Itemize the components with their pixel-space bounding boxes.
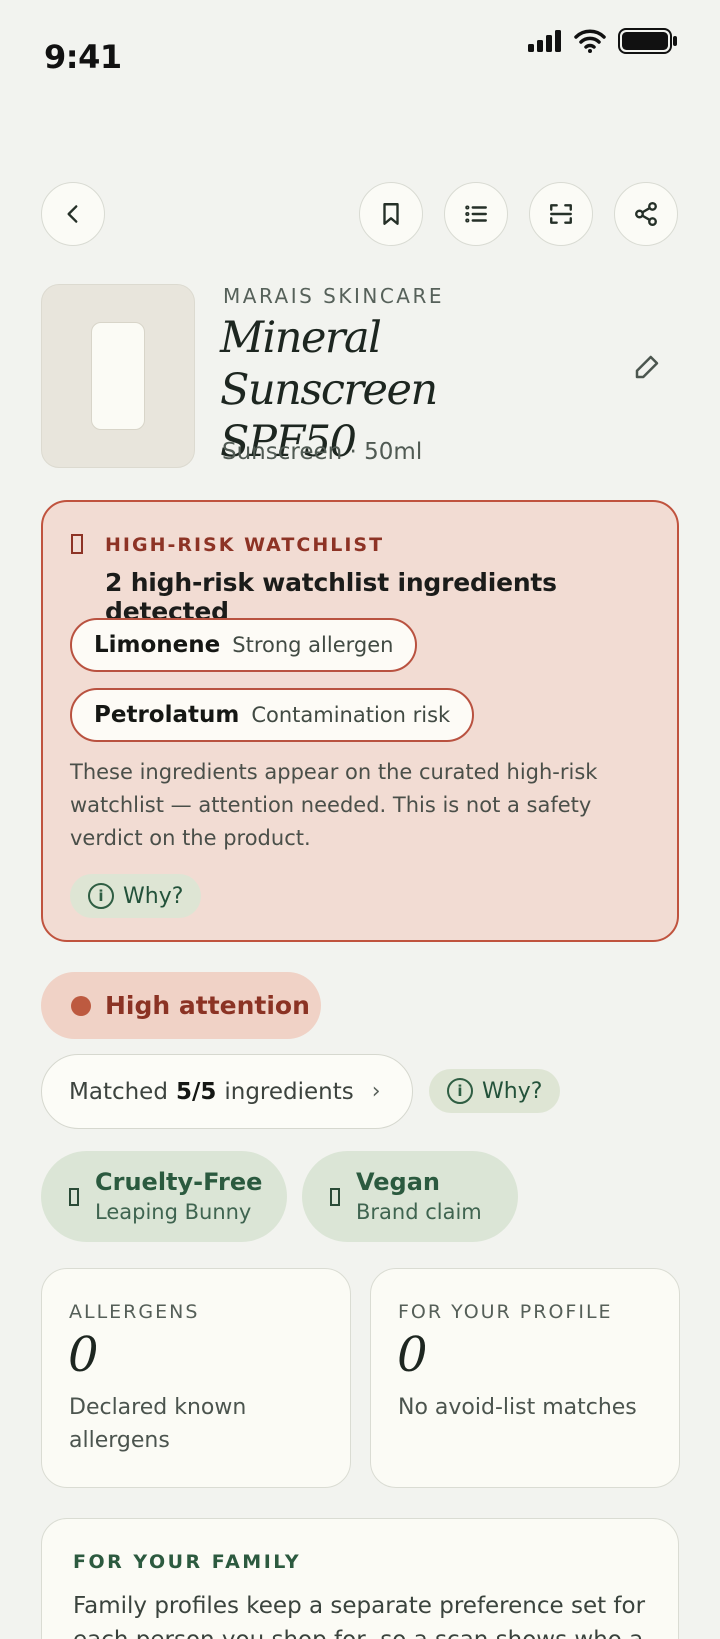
- stat-description: Declared known allergens: [69, 1395, 247, 1453]
- certification-chip-vegan[interactable]: Vegan Brand claim: [302, 1151, 518, 1242]
- matched-prefix: Matched: [69, 1078, 168, 1105]
- product-thumbnail: [41, 284, 195, 468]
- edit-button[interactable]: [632, 352, 662, 382]
- stat-value: 0: [397, 1327, 428, 1383]
- battery-icon: [618, 28, 677, 54]
- product-bottle-shape: [91, 322, 145, 430]
- scan-button[interactable]: [529, 182, 593, 246]
- certification-icon: [330, 1187, 340, 1206]
- certification-chip-cruelty-free[interactable]: Cruelty-Free Leaping Bunny: [41, 1151, 287, 1242]
- why-label: Why?: [123, 883, 184, 909]
- matched-why-button[interactable]: i Why?: [429, 1069, 561, 1113]
- bookmark-button[interactable]: [359, 182, 423, 246]
- watchlist-card: HIGH-RISK WATCHLIST 2 high-risk watchlis…: [41, 500, 679, 942]
- ingredient-risk: Strong allergen: [232, 633, 394, 657]
- chevron-left-icon: [67, 205, 78, 223]
- back-button[interactable]: [41, 182, 105, 246]
- stat-label: FOR YOUR PROFILE: [398, 1301, 613, 1323]
- wifi-icon: [574, 29, 606, 53]
- info-icon: i: [88, 883, 114, 909]
- status-icons: [528, 28, 678, 54]
- certification-icon: [69, 1187, 79, 1206]
- matched-ingredients-button[interactable]: Matched 5/5 ingredients ›: [41, 1054, 413, 1129]
- why-label: Why?: [482, 1078, 543, 1104]
- signal-icon: [528, 30, 561, 52]
- ingredient-risk: Contamination risk: [251, 703, 451, 727]
- bookmark-icon: [383, 203, 399, 225]
- watchlist-why-button[interactable]: i Why?: [70, 874, 202, 918]
- certification-subtitle: Brand claim: [356, 1199, 482, 1224]
- attention-label: High attention: [105, 991, 310, 1020]
- matched-suffix: ingredients: [224, 1078, 354, 1105]
- status-time: 9:41: [44, 38, 122, 76]
- stat-label: ALLERGENS: [69, 1301, 200, 1323]
- stat-value: 0: [68, 1327, 99, 1383]
- pencil-icon: [635, 355, 659, 379]
- certification-title: Vegan: [356, 1167, 440, 1196]
- matched-count: 5/5: [175, 1078, 217, 1105]
- watchlist-ingredient-chip[interactable]: Petrolatum Contamination risk: [70, 688, 475, 742]
- certification-subtitle: Leaping Bunny: [95, 1199, 252, 1224]
- family-label: FOR YOUR FAMILY: [73, 1551, 302, 1573]
- chevron-right-icon: ›: [371, 1079, 381, 1104]
- watchlist-kicker: HIGH-RISK WATCHLIST: [105, 534, 385, 556]
- product-meta: Sunscreen · 50ml: [222, 439, 423, 465]
- list-icon: [465, 205, 487, 223]
- info-icon: i: [447, 1078, 473, 1104]
- product-brand: MARAIS SKINCARE: [223, 284, 445, 308]
- scan-icon: [550, 204, 572, 224]
- attention-dot: [71, 995, 91, 1016]
- stat-description: No avoid-list matches: [398, 1395, 637, 1420]
- certification-title: Cruelty-Free: [95, 1167, 263, 1196]
- share-icon: [635, 201, 657, 227]
- family-card[interactable]: FOR YOUR FAMILY Family profiles keep a s…: [41, 1518, 679, 1639]
- ingredient-list-button[interactable]: [444, 182, 508, 246]
- profile-card[interactable]: FOR YOUR PROFILE 0 No avoid-list matches: [370, 1268, 680, 1488]
- watchlist-ingredient-chip[interactable]: Limonene Strong allergen: [70, 618, 418, 672]
- allergens-card[interactable]: ALLERGENS 0 Declared known allergens: [41, 1268, 351, 1488]
- ingredient-name: Limonene: [94, 632, 221, 658]
- attention-badge: High attention: [41, 972, 321, 1039]
- family-description: Family profiles keep a separate preferen…: [73, 1593, 646, 1639]
- share-button[interactable]: [614, 182, 678, 246]
- ingredient-name: Petrolatum: [94, 702, 240, 728]
- warning-flag-icon: [71, 534, 83, 554]
- watchlist-description: These ingredients appear on the curated …: [70, 760, 598, 850]
